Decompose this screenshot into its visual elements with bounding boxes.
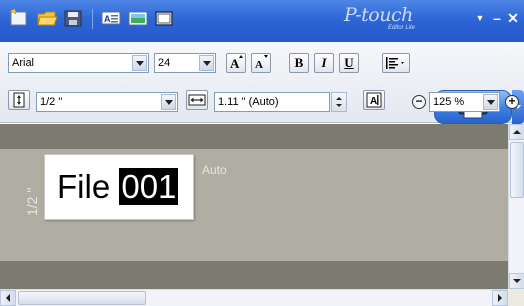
vertical-scrollbar[interactable] [508,124,524,289]
svg-text:A: A [370,96,377,107]
length-caption: Auto [202,163,227,177]
tape-width-select[interactable]: 1/2 " [36,92,178,112]
open-folder-icon[interactable] [36,8,58,28]
width-caption: 1/2 " [24,187,40,216]
label-text-plain: File [57,168,120,205]
horizontal-scroll-thumb[interactable] [18,291,146,305]
chevron-down-icon[interactable] [199,55,214,71]
zoom-out-icon[interactable]: − [412,95,426,109]
align-dropdown-button[interactable] [382,53,410,73]
insert-frame-icon[interactable] [153,8,175,28]
label-text-selection[interactable]: 001 [119,168,179,205]
scroll-down-button[interactable] [509,273,524,289]
zoom-select[interactable]: 125 % [429,92,500,112]
scroll-right-button[interactable] [492,290,508,306]
close-icon[interactable]: ✕ [503,8,523,28]
tape-length-icon [186,90,208,110]
font-size-value: 24 [158,57,171,69]
zoom-value: 125 % [433,96,465,108]
brand-logo-text: P-touch [344,4,413,26]
scroll-up-button[interactable] [509,124,524,140]
scroll-left-button[interactable] [0,290,16,306]
tape-width-value: 1/2 " [40,96,63,108]
svg-text:A: A [104,14,111,24]
font-size-select[interactable]: 24 [154,53,216,73]
horizontal-scrollbar[interactable] [0,289,508,306]
chevron-down-icon[interactable] [132,55,147,71]
svg-text:A: A [255,59,263,71]
label-editor-canvas[interactable]: File 001 Auto 1/2 " [0,124,508,289]
format-toolbar: Arial 24 A A B I U 1/2 " 1.11 " (Auto) A… [0,42,524,124]
vertical-scroll-thumb[interactable] [510,142,524,198]
chevron-down-icon[interactable] [161,94,176,110]
auto-length-toggle[interactable]: A [363,90,385,110]
tape-length-stepper[interactable] [331,92,347,112]
font-name-select[interactable]: Arial [8,53,149,73]
svg-text:A: A [230,56,240,71]
chevron-down-icon[interactable] [483,94,498,110]
decrease-font-button[interactable]: A [251,53,271,73]
italic-button[interactable]: I [314,53,334,73]
label-text[interactable]: File 001 [57,168,179,205]
font-name-value: Arial [12,57,35,69]
zoom-in-icon[interactable]: + [505,95,519,109]
save-icon[interactable] [62,8,84,28]
toolbar-separator [92,9,93,29]
title-bar: A P-touch Editor Lite ▼ – ✕ [0,0,524,42]
brand-subtitle: Editor Lite [388,25,416,31]
bold-button[interactable]: B [289,53,309,73]
new-label-icon[interactable] [8,8,30,28]
tape-length-field[interactable]: 1.11 " (Auto) [214,92,330,112]
underline-button[interactable]: U [339,53,359,73]
tape-length-value: 1.11 " (Auto) [218,96,279,108]
insert-image-icon[interactable] [127,8,149,28]
insert-text-icon[interactable]: A [100,8,122,28]
increase-font-button[interactable]: A [226,53,246,73]
label-text-object[interactable]: File 001 [44,154,194,220]
scrollbar-corner [508,289,524,306]
tape-width-icon [8,90,30,110]
brand-logo: P-touch Editor Lite [344,4,464,38]
